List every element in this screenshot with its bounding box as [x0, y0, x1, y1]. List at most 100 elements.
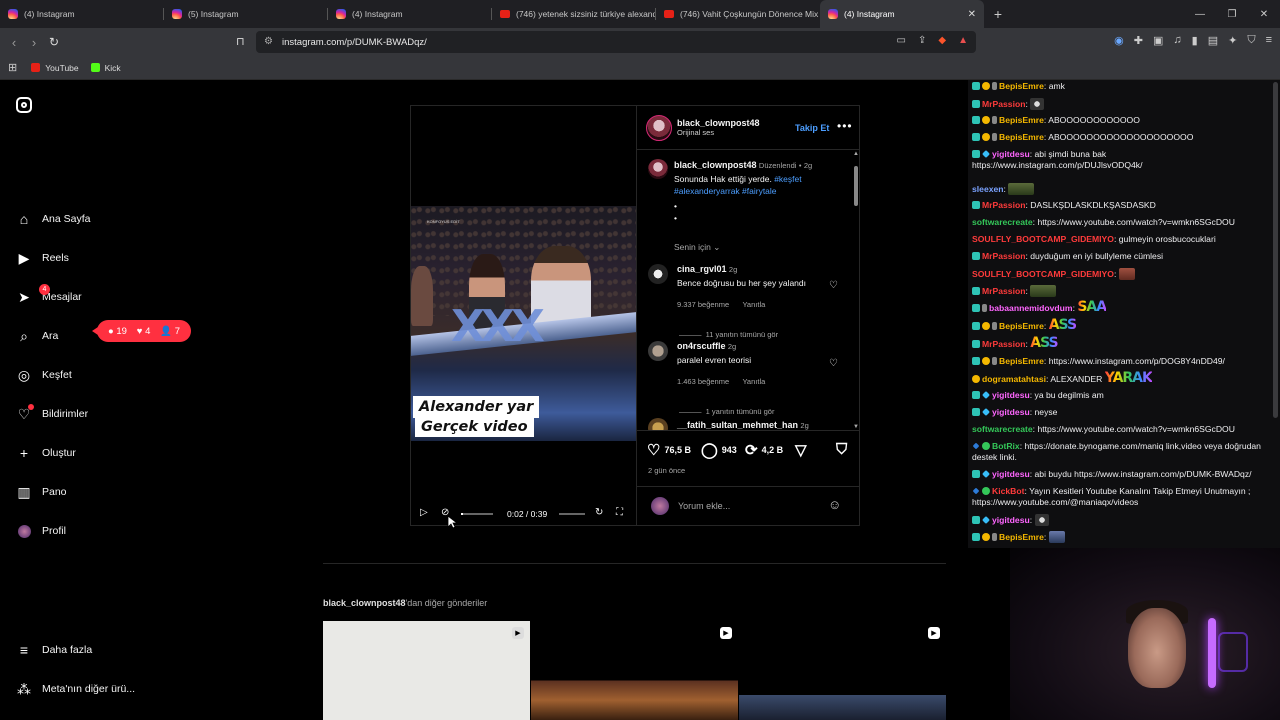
vpn-icon[interactable]: ⛉ — [1247, 34, 1255, 47]
author-username[interactable]: black_clownpost48 — [677, 118, 760, 128]
browser-tab-active[interactable]: (4) Instagram ✕ — [820, 0, 984, 28]
like-comment-icon[interactable]: ♡ — [829, 358, 838, 369]
emoji-icon[interactable]: ☺ — [828, 497, 841, 512]
chat-username[interactable]: MrPassion — [982, 286, 1025, 296]
post-thumbnail[interactable]: ▶ — [739, 621, 946, 720]
close-tab-icon[interactable]: ✕ — [968, 9, 976, 20]
sidebar-item-messages[interactable]: ➤ 4 Mesajlar — [16, 284, 82, 305]
chat-username[interactable]: babaannemidovdum — [989, 303, 1073, 313]
chat-username[interactable]: BotRix — [992, 441, 1020, 451]
browser-tab[interactable]: (5) Instagram — [164, 0, 328, 28]
like-button[interactable]: ♡ 76,5 B — [647, 441, 691, 459]
post-thumbnail[interactable]: ▶ — [531, 621, 738, 720]
video-progress-bar[interactable] — [461, 513, 493, 515]
comment-button[interactable]: ◯ 943 — [701, 441, 737, 459]
chat-username[interactable]: yigitdesu — [992, 149, 1030, 159]
wallet-icon[interactable]: ▤ — [1208, 34, 1218, 47]
bookmark-kick[interactable]: Kick — [90, 63, 121, 73]
sidebar-item-search[interactable]: ⌕ Ara — [16, 328, 58, 344]
sidebar-item-notifications[interactable]: ♡ Bildirimler — [16, 404, 88, 422]
sidebar-item-home[interactable]: ⌂ Ana Sayfa — [16, 211, 91, 227]
play-icon[interactable]: ▷ — [420, 507, 428, 518]
notification-tooltip[interactable]: ● 19 ♥ 4 👤 7 — [92, 320, 191, 342]
avatar[interactable] — [646, 115, 672, 141]
site-info-icon[interactable]: ⚙ — [264, 36, 273, 47]
chat-username[interactable]: MrPassion — [982, 200, 1025, 210]
wifi-icon[interactable]: ◉ — [1114, 34, 1124, 47]
instagram-logo-icon[interactable] — [16, 97, 32, 113]
comment-input[interactable]: Yorum ekle... — [678, 501, 730, 511]
chat-username[interactable]: yigitdesu — [992, 469, 1030, 479]
sidebar-item-dashboard[interactable]: ▥ Pano — [16, 484, 66, 500]
chat-username[interactable]: SOULFLY_BOOTCAMP_GIDEMIYO — [972, 234, 1114, 244]
reload-icon[interactable]: ↻ — [44, 35, 64, 49]
avatar[interactable] — [648, 264, 668, 284]
reply-button[interactable]: Yanıtla — [742, 300, 765, 309]
new-tab-button[interactable]: + — [984, 0, 1012, 28]
reply-button[interactable]: Yanıtla — [742, 377, 765, 386]
browser-tab[interactable]: (746) yetenek sizsiniz türkiye alexand — [492, 0, 656, 28]
follow-button[interactable]: Takip Et — [795, 123, 829, 133]
sidebar-item-explore[interactable]: ◎ Keşfet — [16, 367, 72, 383]
chat-username[interactable]: softwarecreate — [972, 424, 1033, 434]
close-window-icon[interactable]: ✕ — [1248, 0, 1280, 28]
sidebar-more[interactable]: ≡ Daha fazla — [16, 642, 92, 658]
cast-icon[interactable]: ▭ — [897, 35, 906, 46]
chat-username[interactable]: BepisEmre — [999, 132, 1044, 142]
chat-username[interactable]: yigitdesu — [992, 515, 1030, 525]
chat-username[interactable]: sleexen — [972, 184, 1004, 194]
browser-tab[interactable]: (4) Instagram — [328, 0, 492, 28]
view-replies-button[interactable]: 11 yanıtın tümünü gör — [706, 330, 778, 339]
post-thumbnail[interactable]: ▶ — [323, 621, 530, 720]
chat-username[interactable]: dogramatahtasi — [982, 374, 1046, 384]
chat-username[interactable]: BepisEmre — [999, 321, 1044, 331]
save-button[interactable]: ⛉ — [836, 441, 851, 458]
comments-scrollbar[interactable]: ▲ ▼ — [853, 151, 859, 434]
chat-username[interactable]: SOULFLY_BOOTCAMP_GIDEMIYO — [972, 269, 1114, 279]
sort-dropdown[interactable]: Senin için ⌄ — [674, 242, 720, 253]
chat-username[interactable]: BepisEmre — [999, 532, 1044, 542]
sidebar-item-create[interactable]: + Oluştur — [16, 445, 76, 461]
like-comment-icon[interactable]: ♡ — [829, 280, 838, 291]
chat-username[interactable]: yigitdesu — [992, 407, 1030, 417]
replay-icon[interactable]: ↻ — [595, 507, 603, 518]
post-video[interactable]: XXX KONFOYUS EDİT Alexander yar Gerçek v… — [411, 106, 636, 525]
fullscreen-icon[interactable]: ⛶ — [616, 507, 623, 518]
chat-scrollbar[interactable] — [1273, 82, 1278, 418]
chat-username[interactable]: BepisEmre — [999, 81, 1044, 91]
bookmark-youtube[interactable]: YouTube — [31, 63, 79, 73]
browser-tab[interactable]: (746) Vahit Çoşkungün Dönence Mix — [656, 0, 820, 28]
bookmark-icon[interactable]: ⊓ — [236, 35, 245, 48]
extensions-icon[interactable]: ✚ — [1134, 34, 1143, 47]
maximize-icon[interactable]: ❐ — [1216, 0, 1248, 28]
ai-icon[interactable]: ✦ — [1228, 34, 1237, 47]
sidebar-icon[interactable]: ▮ — [1192, 34, 1198, 47]
chat-username[interactable]: MrPassion — [982, 251, 1025, 261]
avatar[interactable] — [648, 341, 668, 361]
repost-button[interactable]: ⟳ 4,2 B — [745, 441, 783, 459]
chat-username[interactable]: BepisEmre — [999, 115, 1044, 125]
apps-grid-icon[interactable]: ⊞ — [8, 61, 17, 74]
avatar[interactable] — [648, 418, 668, 430]
rewards-icon[interactable]: ▲ — [958, 35, 968, 46]
chat-username[interactable]: softwarecreate — [972, 217, 1033, 227]
brave-shield-icon[interactable]: ◆ — [938, 35, 946, 46]
sidebar-item-profile[interactable]: Profil — [16, 523, 66, 539]
chat-username[interactable]: MrPassion — [982, 99, 1025, 109]
back-icon[interactable]: ‹ — [4, 35, 24, 50]
browser-tab[interactable]: (4) Instagram — [0, 0, 164, 28]
audio-label[interactable]: Orijinal ses — [677, 128, 760, 137]
view-replies-button[interactable]: 1 yanıtın tümünü gör — [706, 407, 775, 416]
sidebar-meta-products[interactable]: ⁂ Meta'nın diğer ürü... — [16, 681, 135, 697]
url-input[interactable]: ⚙ instagram.com/p/DUMK-BWADqz/ ▭ ⇪ ◆ ▲ — [256, 31, 976, 53]
avatar[interactable] — [648, 159, 668, 179]
chat-username[interactable]: MrPassion — [982, 339, 1025, 349]
chat-username[interactable]: KickBot — [992, 486, 1024, 496]
music-icon[interactable]: ♫ — [1173, 34, 1181, 47]
minimize-icon[interactable]: — — [1184, 0, 1216, 28]
menu-icon[interactable]: ≡ — [1266, 34, 1272, 47]
volume-slider[interactable] — [559, 513, 585, 515]
more-options-icon[interactable]: ••• — [837, 119, 853, 133]
chat-username[interactable]: BepisEmre — [999, 356, 1044, 366]
sidebar-item-reels[interactable]: ▶ Reels — [16, 250, 69, 266]
